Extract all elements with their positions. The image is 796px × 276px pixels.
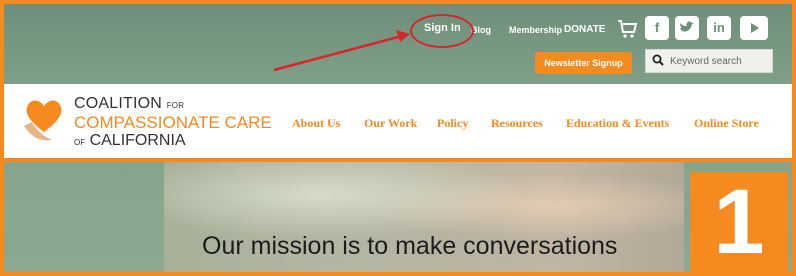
twitter-icon[interactable]: [675, 16, 699, 40]
coalition-logo-icon[interactable]: [18, 92, 70, 146]
nav-about-us[interactable]: About Us: [292, 116, 340, 131]
coalition-logo-text[interactable]: COALITION FOR COMPASSIONATE CARE OF CALI…: [74, 96, 272, 149]
mission-statement: Our mission is to make conversations: [202, 232, 618, 260]
nav-online-store[interactable]: Online Store: [694, 116, 759, 131]
step-number-badge: 1: [690, 172, 788, 272]
keyword-search-input[interactable]: [668, 52, 772, 70]
screenshot-frame: Sign In Blog Membership DONATE f in News…: [4, 4, 792, 272]
linkedin-icon[interactable]: in: [707, 16, 731, 40]
nav-resources[interactable]: Resources: [491, 116, 543, 131]
nav-policy[interactable]: Policy: [437, 116, 468, 131]
search-box[interactable]: [645, 49, 773, 73]
site-header: COALITION FOR COMPASSIONATE CARE OF CALI…: [4, 84, 792, 162]
cart-icon[interactable]: [615, 16, 639, 40]
nav-education-events[interactable]: Education & Events: [566, 116, 669, 131]
logo-line-2: COMPASSIONATE CARE: [74, 113, 272, 132]
youtube-icon[interactable]: [740, 16, 768, 40]
newsletter-signup-button[interactable]: Newsletter Signup: [535, 52, 632, 74]
nav-our-work[interactable]: Our Work: [364, 116, 417, 131]
hero-banner: Our mission is to make conversations 1: [4, 162, 792, 272]
search-icon: [652, 54, 664, 66]
logo-line-1: COALITION FOR: [74, 95, 185, 112]
facebook-icon[interactable]: f: [645, 16, 669, 40]
utility-bar: Sign In Blog Membership DONATE f in News…: [4, 4, 792, 84]
logo-line-3: OF CALIFORNIA: [74, 132, 186, 149]
